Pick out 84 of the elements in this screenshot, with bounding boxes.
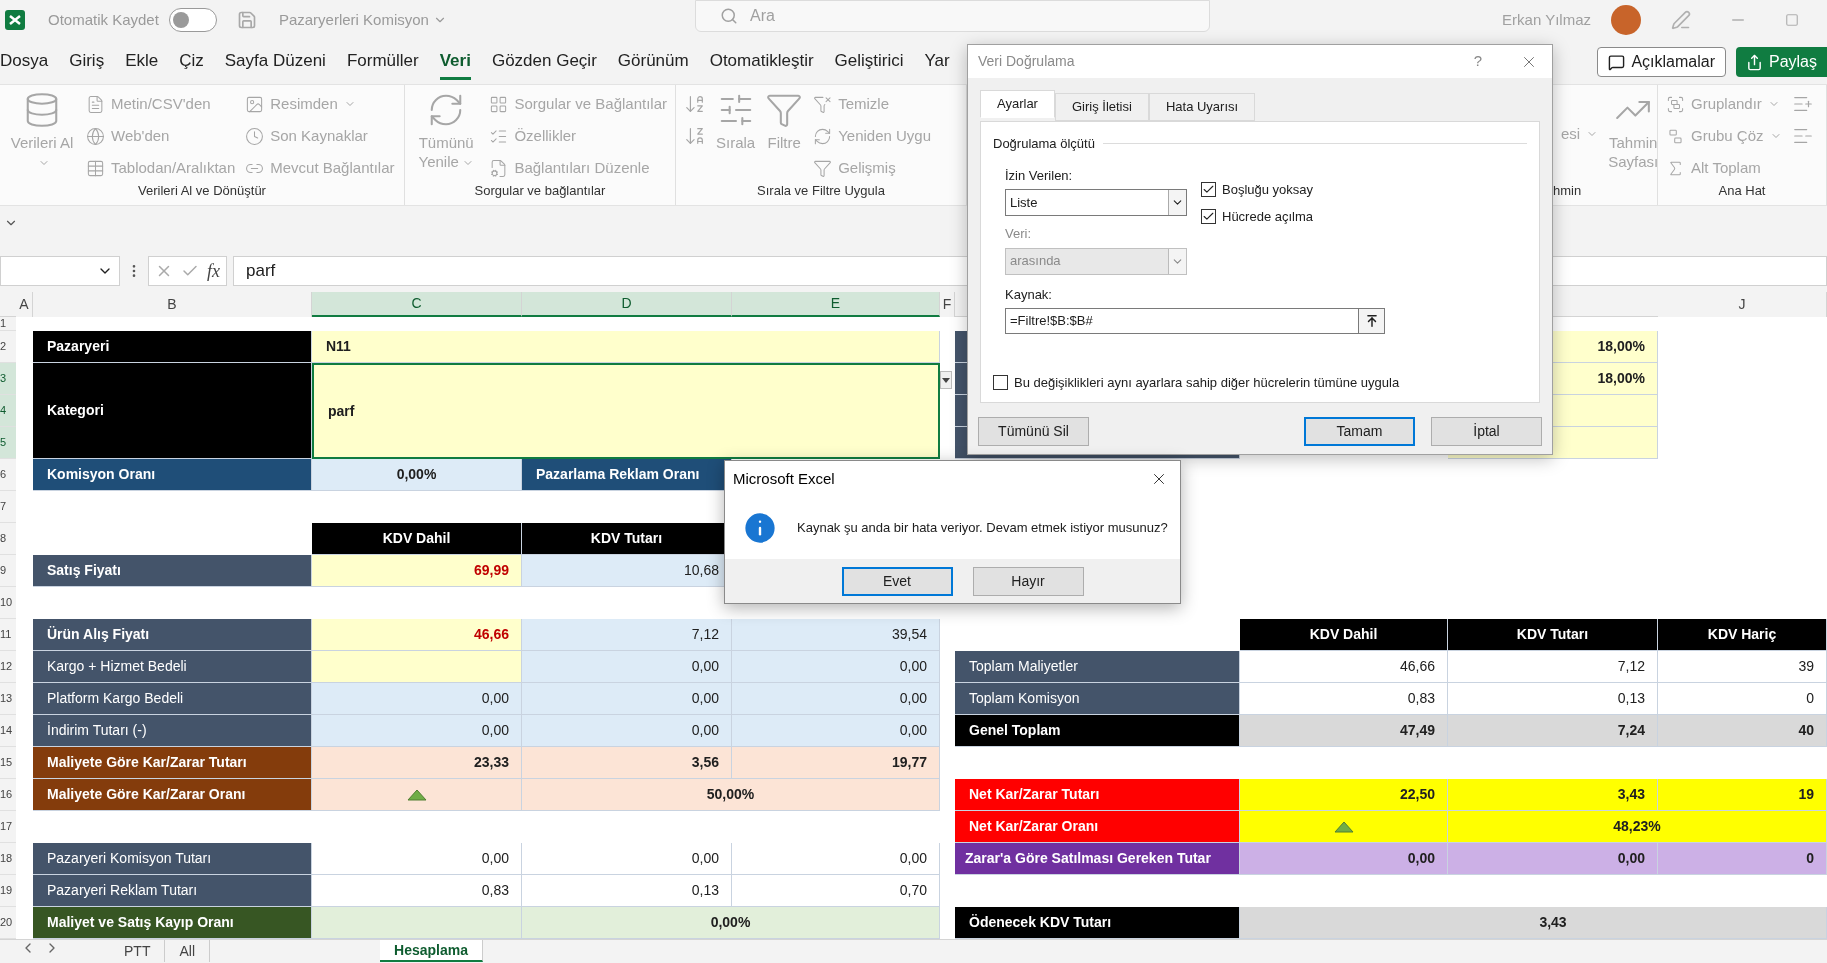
row-label: İndirim Tutarı (-) xyxy=(33,715,312,747)
table-cell: 0,13 xyxy=(522,875,732,907)
row-label: Net Kar/Zarar Oranı xyxy=(955,811,1240,843)
row-label: Maliyete Göre Kar/Zarar Oranı xyxy=(33,779,312,811)
table-cell: 0,70 xyxy=(732,875,940,907)
table-cell: 0,00 xyxy=(312,683,522,715)
autosave-label: Otomatik Kaydet xyxy=(48,9,159,30)
row-label: Ürün Alış Fiyatı xyxy=(33,619,312,651)
table-cell: 0,00 xyxy=(732,715,940,747)
row-label: Toplam Maliyetler xyxy=(955,651,1240,683)
table-cell: 0,00 xyxy=(1448,843,1658,875)
table-cell: 22,50 xyxy=(1240,779,1448,811)
row-label: Platform Kargo Bedeli xyxy=(33,683,312,715)
table-cell: 0,00 xyxy=(522,715,732,747)
table-cell: 0 xyxy=(1658,683,1827,715)
checkbox-label: Bu değişiklikleri aynı ayarlara sahip diğer hücrelerin tümüne uygula xyxy=(1014,373,1400,392)
table-cell: 3,43 xyxy=(1240,907,1827,939)
table-cell: 7,12 xyxy=(1448,651,1658,683)
table-cell: 0,00% xyxy=(312,459,522,491)
ribbon-group-label: Sorgular ve bağlantılar xyxy=(473,182,607,200)
field-label: Veri: xyxy=(1005,225,1032,243)
table-cell: 3,56 xyxy=(522,747,732,779)
table-cell: 0,00 xyxy=(732,843,940,875)
column-heading: KDV Tutarı xyxy=(1448,619,1658,651)
dialog-message: Kaynak şu anda bir hata veriyor. Devam etmek istiyor musunuz? xyxy=(797,519,1168,538)
row-label: Pazaryeri Komisyon Tutarı xyxy=(33,843,312,875)
column-heading: KDV Hariç xyxy=(1658,619,1827,651)
table-cell: 39,54 xyxy=(732,619,940,651)
ribbon-group-label: Ana Hat xyxy=(1717,182,1767,200)
table-cell: 46,66 xyxy=(312,619,522,651)
table-cell: 46,66 xyxy=(1240,651,1448,683)
table-cell: 3,43 xyxy=(1448,779,1658,811)
table-cell: 47,49 xyxy=(1240,715,1448,747)
table-cell: 23,33 xyxy=(312,747,522,779)
table-cell: 50,00% xyxy=(522,779,940,811)
table-cell: 7,24 xyxy=(1448,715,1658,747)
table-cell: 48,23% xyxy=(1448,811,1827,843)
ribbon-group-label: hmin xyxy=(1553,182,1583,200)
row-label: Pazarlama Reklam Oranı xyxy=(522,459,732,491)
table-cell: 0,83 xyxy=(1240,683,1448,715)
row-label: Komisyon Oranı xyxy=(33,459,312,491)
user-name: Erkan Yılmaz xyxy=(1502,9,1591,30)
row-label: Maliyet ve Satış Kayıp Oranı xyxy=(33,907,312,939)
row-label: Kargo + Hizmet Bedeli xyxy=(33,651,312,683)
table-cell: 40 xyxy=(1658,715,1827,747)
row-label: Genel Toplam xyxy=(955,715,1240,747)
table-cell: 7,12 xyxy=(522,619,732,651)
row-label: Kategori xyxy=(33,363,312,459)
table-cell: 0 xyxy=(1658,843,1827,875)
field-label: İzin Verilen: xyxy=(1005,166,1074,185)
table-cell: N11 xyxy=(312,331,940,363)
ribbon-group-label: Verileri Al ve Dönüştür xyxy=(137,182,267,200)
column-heading: KDV Dahil xyxy=(312,523,522,555)
table-cell: 0,00 xyxy=(312,843,522,875)
row-label: Pazaryeri Reklam Tutarı xyxy=(33,875,312,907)
table-cell: 0,00 xyxy=(732,683,940,715)
table-cell: 0,00% xyxy=(522,907,940,939)
table-cell: 0,00 xyxy=(732,651,940,683)
row-label: Satış Fiyatı xyxy=(33,555,312,587)
table-cell: 0,00 xyxy=(522,651,732,683)
table-cell: 39 xyxy=(1658,651,1827,683)
section-title: Doğrulama ölçütü xyxy=(993,135,1095,153)
field-label: Kaynak: xyxy=(1005,285,1053,304)
column-heading: KDV Dahil xyxy=(1240,619,1448,651)
row-label: Toplam Komisyon xyxy=(955,683,1240,715)
ribbon-group-label: Sırala ve Filtre Uygula xyxy=(756,182,886,200)
table-cell: 69,99 xyxy=(312,555,522,587)
row-label: Pazaryeri xyxy=(33,331,312,363)
table-cell: 19 xyxy=(1658,779,1827,811)
row-label: Net Kar/Zarar Tutarı xyxy=(955,779,1240,811)
checkbox-label: Boşluğu yoksay xyxy=(1222,180,1314,199)
table-cell: 0,00 xyxy=(522,683,732,715)
checkbox-label: Hücrede açılma xyxy=(1222,208,1314,226)
table-cell: 0,00 xyxy=(1240,843,1448,875)
row-label: Maliyete Göre Kar/Zarar Tutarı xyxy=(33,747,312,779)
table-cell: 0,00 xyxy=(312,715,522,747)
row-label: Zarar'a Göre Satılması Gereken Tutar xyxy=(955,843,1240,875)
dialog-title: Veri Doğrulama xyxy=(978,52,1075,71)
table-cell: 0,00 xyxy=(522,843,732,875)
table-cell: 0,83 xyxy=(312,875,522,907)
row-label: Ödenecek KDV Tutarı xyxy=(955,907,1240,939)
dialog-title: Microsoft Excel xyxy=(733,468,835,489)
table-cell: 19,77 xyxy=(732,747,940,779)
table-cell: 0,13 xyxy=(1448,683,1658,715)
